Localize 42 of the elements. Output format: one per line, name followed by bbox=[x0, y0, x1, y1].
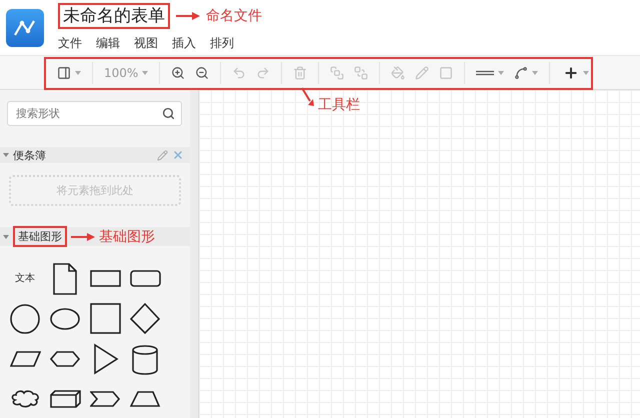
diamond-shape[interactable] bbox=[130, 300, 160, 336]
bring-front-icon bbox=[330, 66, 344, 80]
pencil-icon bbox=[415, 66, 430, 80]
undo-icon bbox=[232, 66, 246, 80]
scrollbar[interactable] bbox=[190, 90, 199, 418]
annotation-label: 基础图形 bbox=[99, 228, 155, 246]
zoom-in-icon bbox=[171, 66, 186, 80]
search-icon bbox=[162, 107, 175, 120]
annotation-arrow bbox=[71, 232, 95, 240]
menu-item[interactable]: 文件 bbox=[58, 35, 82, 52]
section-header[interactable]: 基础图形 基础图形 bbox=[0, 227, 190, 246]
menu-item[interactable]: 编辑 bbox=[96, 35, 120, 52]
drop-hint: 将元素拖到此处 bbox=[56, 183, 134, 198]
square-shape[interactable] bbox=[90, 300, 120, 336]
section-title: 便条簿 bbox=[13, 148, 46, 163]
search-input[interactable]: 搜索形状 bbox=[14, 106, 162, 122]
paint-bucket-icon bbox=[391, 66, 406, 80]
annotation-label: 命名文件 bbox=[206, 7, 262, 25]
send-back-icon bbox=[354, 66, 368, 80]
square-icon bbox=[439, 66, 454, 80]
section-title: 基础图形 bbox=[18, 229, 62, 244]
menu-item[interactable]: 视图 bbox=[134, 35, 158, 52]
annotation-label: 工具栏 bbox=[318, 96, 360, 114]
redo-icon bbox=[256, 66, 270, 80]
app-logo[interactable] bbox=[6, 8, 44, 46]
zoom-out-icon bbox=[195, 66, 210, 80]
connector-icon bbox=[514, 66, 528, 80]
edit-icon bbox=[157, 150, 168, 161]
logo-graph-icon bbox=[13, 18, 37, 38]
line-style-icon bbox=[476, 70, 494, 76]
annotation-arrow bbox=[176, 12, 200, 20]
search-field[interactable]: 搜索形状 bbox=[7, 101, 182, 126]
menu-item[interactable]: 排列 bbox=[210, 35, 234, 52]
trash-icon bbox=[293, 66, 308, 80]
section-header[interactable]: 便条簿 bbox=[0, 147, 190, 164]
menu-item[interactable]: 插入 bbox=[172, 35, 196, 52]
annotation-arrow bbox=[301, 87, 314, 106]
close-icon bbox=[172, 149, 184, 162]
plus-icon bbox=[563, 64, 580, 80]
document-title[interactable]: 未命名的表单 bbox=[63, 6, 165, 26]
layout-icon bbox=[57, 66, 71, 80]
text-shape[interactable]: 文本 bbox=[15, 271, 35, 285]
